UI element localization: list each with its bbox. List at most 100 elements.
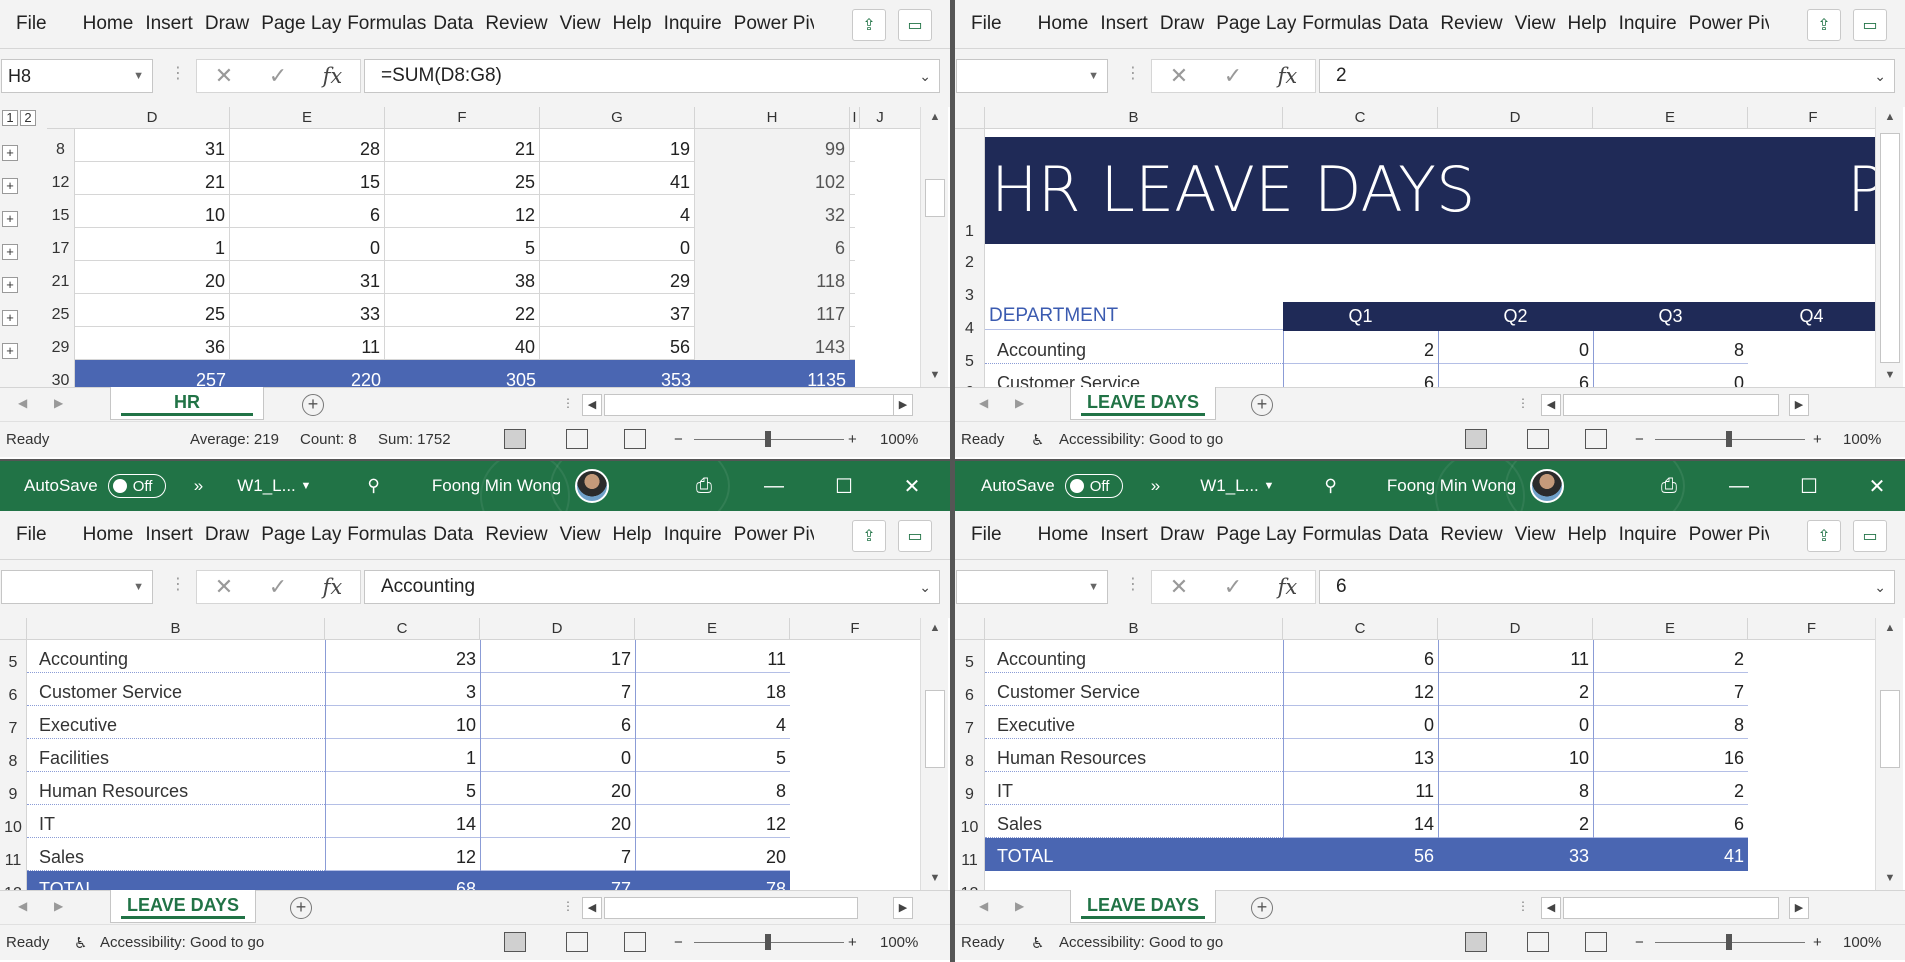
column-header-g[interactable]: G bbox=[540, 107, 695, 129]
minimize-icon[interactable]: — bbox=[746, 461, 802, 511]
data-cell[interactable]: 25 bbox=[75, 294, 230, 327]
cancel-icon[interactable]: ✕ bbox=[215, 574, 233, 600]
department-cell[interactable]: Customer Service bbox=[997, 364, 1281, 387]
ribbon-tab-review[interactable]: Review bbox=[479, 524, 553, 546]
department-cell[interactable]: Executive bbox=[39, 706, 323, 739]
row-header[interactable]: 3 bbox=[955, 287, 984, 305]
total-cell[interactable]: 305 bbox=[385, 360, 540, 387]
ribbon-tab-file[interactable]: File bbox=[955, 524, 1008, 546]
row-header[interactable]: 17 bbox=[47, 240, 74, 258]
ribbon-tab-data[interactable]: Data bbox=[1382, 13, 1434, 35]
leave-days-cell[interactable]: 1 bbox=[325, 739, 480, 772]
page-break-view-icon[interactable] bbox=[1585, 932, 1607, 952]
leave-days-cell[interactable]: 23 bbox=[325, 640, 480, 673]
leave-days-cell[interactable]: 2 bbox=[1438, 673, 1593, 706]
accessibility-icon[interactable]: ♿︎ bbox=[1031, 431, 1044, 449]
share-icon[interactable]: ⇪ bbox=[1807, 9, 1841, 41]
split-handle-icon[interactable]: ⋮ bbox=[562, 899, 574, 913]
sheet-next-icon[interactable]: ▶ bbox=[1015, 396, 1024, 410]
leave-days-cell[interactable]: 0 bbox=[1283, 706, 1438, 739]
search-icon[interactable]: ⚲ bbox=[1324, 476, 1336, 496]
data-cell[interactable]: 40 bbox=[385, 327, 540, 360]
column-header-d[interactable]: D bbox=[480, 618, 635, 640]
zoom-slider-thumb[interactable] bbox=[765, 934, 771, 950]
column-header-f[interactable]: F bbox=[1748, 618, 1875, 640]
ribbon-tab-insert[interactable]: Insert bbox=[139, 13, 199, 35]
name-box[interactable]: ▼ bbox=[1, 570, 153, 604]
zoom-in-icon[interactable]: + bbox=[1813, 934, 1822, 951]
ribbon-tab-power-pivot[interactable]: Power Pivot bbox=[728, 524, 814, 546]
sheet-tab-leave-days[interactable]: LEAVE DAYS bbox=[1070, 387, 1216, 420]
zoom-slider-thumb[interactable] bbox=[765, 431, 771, 447]
file-name[interactable]: W1_L... ▼ bbox=[1200, 476, 1274, 496]
row-header[interactable]: 21 bbox=[47, 273, 74, 291]
leave-days-cell[interactable]: 6 bbox=[1593, 805, 1748, 838]
select-all-corner[interactable] bbox=[0, 618, 27, 640]
expand-group-icon[interactable]: + bbox=[2, 145, 18, 161]
leave-days-cell[interactable]: 11 bbox=[635, 640, 790, 673]
zoom-level[interactable]: 100% bbox=[1843, 431, 1881, 448]
total-label[interactable]: TOTAL bbox=[39, 871, 323, 890]
ribbon-tab-insert[interactable]: Insert bbox=[1094, 524, 1154, 546]
column-header-i[interactable]: I bbox=[850, 107, 860, 129]
horizontal-scrollbar[interactable] bbox=[604, 394, 894, 416]
comments-icon[interactable]: ▭ bbox=[898, 9, 932, 41]
row-header[interactable]: 7 bbox=[0, 720, 26, 738]
leave-days-cell[interactable]: 6 bbox=[480, 706, 635, 739]
total-cell[interactable]: 143 bbox=[695, 327, 850, 360]
total-cell[interactable]: 77 bbox=[480, 871, 635, 890]
ribbon-tab-page-layout[interactable]: Page Layout bbox=[1210, 524, 1296, 546]
row-header[interactable]: 8 bbox=[955, 753, 984, 771]
scroll-right-icon[interactable]: ▶ bbox=[1789, 897, 1809, 919]
comments-icon[interactable]: ▭ bbox=[898, 520, 932, 552]
data-cell[interactable]: 29 bbox=[540, 261, 695, 294]
zoom-slider-thumb[interactable] bbox=[1726, 431, 1732, 447]
add-sheet-icon[interactable]: + bbox=[290, 897, 312, 919]
data-cell[interactable]: 11 bbox=[230, 327, 385, 360]
leave-days-cell[interactable]: 10 bbox=[325, 706, 480, 739]
leave-days-cell[interactable]: 2 bbox=[1593, 640, 1748, 673]
total-label[interactable]: TOTAL bbox=[997, 838, 1281, 871]
scroll-right-icon[interactable]: ▶ bbox=[893, 394, 913, 416]
column-header-b[interactable]: B bbox=[985, 107, 1283, 129]
ribbon-tab-data[interactable]: Data bbox=[427, 13, 479, 35]
file-name[interactable]: W1_L... ▼ bbox=[237, 476, 311, 496]
zoom-in-icon[interactable]: + bbox=[1813, 431, 1822, 448]
autosave-toggle[interactable]: Off bbox=[107, 474, 166, 498]
sheet-prev-icon[interactable]: ◀ bbox=[979, 899, 988, 913]
ribbon-display-icon[interactable]: ⎙ bbox=[1641, 461, 1697, 511]
scroll-thumb[interactable] bbox=[925, 179, 945, 217]
department-cell[interactable]: Executive bbox=[997, 706, 1281, 739]
select-all-corner[interactable] bbox=[955, 107, 985, 129]
ribbon-tab-home[interactable]: Home bbox=[1032, 13, 1095, 35]
share-icon[interactable]: ⇪ bbox=[1807, 520, 1841, 552]
ribbon-tab-draw[interactable]: Draw bbox=[1154, 13, 1210, 35]
more-options-icon[interactable]: ⋮ bbox=[1125, 63, 1141, 83]
ribbon-tab-review[interactable]: Review bbox=[1434, 524, 1508, 546]
leave-days-cell[interactable]: 14 bbox=[325, 805, 480, 838]
column-header-j[interactable]: J bbox=[860, 107, 900, 129]
page-break-view-icon[interactable] bbox=[624, 932, 646, 952]
page-layout-view-icon[interactable] bbox=[566, 429, 588, 449]
sheet-tab-hr-expenses[interactable]: HR EXPENSES bbox=[110, 387, 264, 443]
data-cell[interactable]: 1 bbox=[75, 228, 230, 261]
department-cell[interactable]: Customer Service bbox=[997, 673, 1281, 706]
normal-view-icon[interactable] bbox=[1465, 429, 1487, 449]
data-cell[interactable]: 10 bbox=[75, 195, 230, 228]
leave-days-cell[interactable]: 16 bbox=[1593, 739, 1748, 772]
insert-function-icon[interactable]: fx bbox=[323, 575, 343, 599]
data-cell[interactable]: 36 bbox=[75, 327, 230, 360]
comments-icon[interactable]: ▭ bbox=[1853, 9, 1887, 41]
row-header[interactable]: 5 bbox=[955, 353, 984, 371]
leave-days-cell[interactable]: 4 bbox=[635, 706, 790, 739]
sheet-tab-leave-days[interactable]: LEAVE DAYS bbox=[1070, 890, 1216, 923]
leave-days-cell[interactable]: 12 bbox=[635, 805, 790, 838]
column-header-c[interactable]: C bbox=[325, 618, 480, 640]
ribbon-tab-inquire[interactable]: Inquire bbox=[658, 13, 728, 35]
zoom-level[interactable]: 100% bbox=[880, 431, 918, 448]
ribbon-tab-home[interactable]: Home bbox=[77, 13, 140, 35]
data-cell[interactable]: 0 bbox=[230, 228, 385, 261]
sheet-tab-leave-days[interactable]: LEAVE DAYS bbox=[110, 890, 256, 923]
department-cell[interactable]: Sales bbox=[39, 838, 323, 871]
add-sheet-icon[interactable]: + bbox=[1251, 897, 1273, 919]
